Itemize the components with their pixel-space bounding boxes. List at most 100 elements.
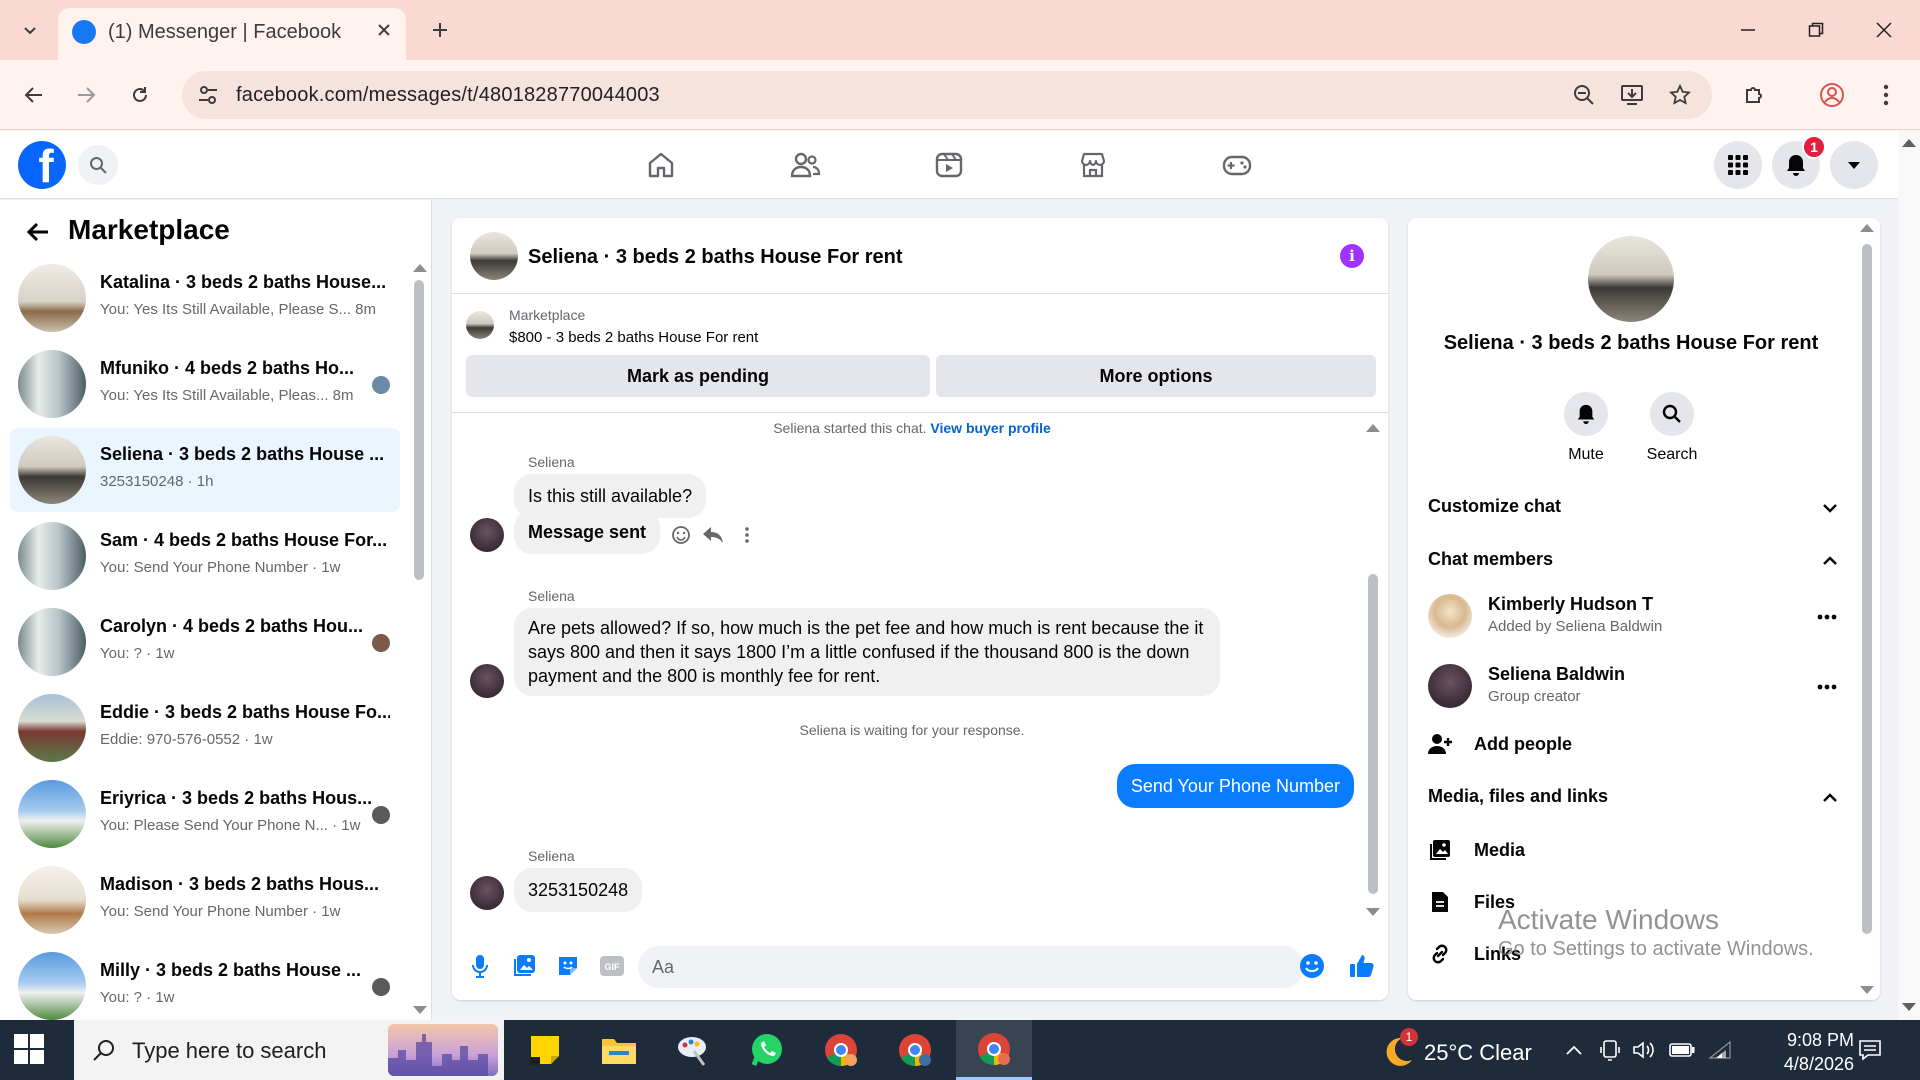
search-in-conversation-button[interactable]: Search bbox=[1632, 392, 1712, 464]
taskbar-app-file-explorer[interactable] bbox=[582, 1020, 656, 1080]
forward-button[interactable] bbox=[66, 75, 106, 115]
volume-button[interactable] bbox=[1630, 1036, 1658, 1064]
member-item[interactable]: Kimberly Hudson T Added by Seliena Baldw… bbox=[1428, 588, 1848, 644]
add-people-button[interactable]: Add people bbox=[1428, 724, 1848, 764]
member-item[interactable]: Seliena Baldwin Group creator bbox=[1428, 658, 1848, 714]
zoom-button[interactable] bbox=[1568, 79, 1600, 111]
start-button[interactable] bbox=[14, 1034, 44, 1064]
nav-marketplace[interactable] bbox=[1038, 135, 1148, 195]
scroll-up-icon[interactable] bbox=[1366, 424, 1380, 432]
scroll-up-icon[interactable] bbox=[413, 264, 427, 272]
address-bar[interactable]: facebook.com/messages/t/4801828770044003 bbox=[182, 71, 1712, 119]
message-more-button[interactable] bbox=[734, 522, 760, 548]
mute-button[interactable]: Mute bbox=[1546, 392, 1626, 464]
url-text[interactable]: facebook.com/messages/t/4801828770044003 bbox=[236, 84, 660, 107]
minimize-window-button[interactable] bbox=[1726, 8, 1770, 52]
links-button[interactable]: Links bbox=[1428, 934, 1848, 974]
media-files-links-section[interactable]: Media, files and links bbox=[1428, 786, 1848, 807]
new-tab-button[interactable] bbox=[422, 12, 458, 48]
conversation-item[interactable]: Carolyn · 4 beds 2 baths Hou... You: ? ·… bbox=[10, 600, 400, 684]
menu-button[interactable] bbox=[1714, 141, 1762, 189]
emoji-button[interactable] bbox=[1298, 952, 1326, 980]
install-app-button[interactable] bbox=[1616, 79, 1648, 111]
customize-chat-section[interactable]: Customize chat bbox=[1428, 496, 1848, 517]
action-center-button[interactable] bbox=[1856, 1036, 1884, 1064]
sticker-button[interactable] bbox=[554, 952, 582, 980]
restore-window-button[interactable] bbox=[1794, 8, 1838, 52]
scroll-up-icon[interactable] bbox=[1860, 224, 1874, 232]
tab-close-button[interactable] bbox=[370, 16, 398, 44]
message-bubble-incoming[interactable]: 3253150248 bbox=[514, 868, 643, 912]
conversation-item[interactable]: Madison · 3 beds 2 baths Hous... You: Se… bbox=[10, 858, 400, 942]
taskbar-app-whatsapp[interactable] bbox=[730, 1020, 804, 1080]
member-options-button[interactable] bbox=[1812, 602, 1842, 632]
chevron-up-icon[interactable] bbox=[1818, 786, 1842, 810]
media-button[interactable]: Media bbox=[1428, 830, 1848, 870]
message-bubble-incoming[interactable]: Are pets allowed? If so, how much is the… bbox=[514, 608, 1220, 696]
reload-button[interactable] bbox=[120, 75, 160, 115]
gif-button[interactable]: GIF bbox=[598, 952, 626, 980]
weather-widget[interactable]: 1 25°C Clear bbox=[1376, 1028, 1536, 1070]
listing-title[interactable]: $800 - 3 beds 2 baths House For rent bbox=[509, 329, 758, 346]
taskbar-app-chrome-profile-2[interactable] bbox=[878, 1020, 952, 1080]
taskbar-app-sticky-notes[interactable] bbox=[508, 1020, 582, 1080]
conversation-item[interactable]: Katalina · 3 beds 2 baths House... You: … bbox=[10, 256, 400, 340]
attach-photo-button[interactable] bbox=[510, 952, 538, 980]
facebook-search-button[interactable] bbox=[78, 145, 118, 185]
more-options-button[interactable]: More options bbox=[936, 355, 1376, 397]
browser-tab-messenger[interactable]: (1) Messenger | Facebook bbox=[58, 8, 406, 60]
account-button[interactable] bbox=[1830, 141, 1878, 189]
react-button[interactable] bbox=[668, 522, 694, 548]
sender-avatar[interactable] bbox=[470, 876, 504, 910]
system-clock[interactable]: 9:08 PM 4/8/2026 bbox=[1724, 1028, 1854, 1076]
conversation-item[interactable]: Eddie · 3 beds 2 baths House Fo... Eddie… bbox=[10, 686, 400, 770]
close-window-button[interactable] bbox=[1862, 8, 1906, 52]
bookmark-button[interactable] bbox=[1664, 79, 1696, 111]
battery-button[interactable] bbox=[1668, 1036, 1696, 1064]
chat-members-section[interactable]: Chat members bbox=[1428, 549, 1848, 570]
sender-avatar[interactable] bbox=[470, 664, 504, 698]
back-button[interactable] bbox=[14, 75, 54, 115]
view-buyer-profile-link[interactable]: View buyer profile bbox=[930, 420, 1050, 436]
nav-watch[interactable] bbox=[894, 135, 1004, 195]
files-button[interactable]: Files bbox=[1428, 882, 1848, 922]
back-button[interactable] bbox=[22, 216, 54, 248]
meet-now-button[interactable] bbox=[1596, 1036, 1624, 1064]
profile-button[interactable] bbox=[1812, 75, 1852, 115]
nav-friends[interactable] bbox=[750, 135, 860, 195]
conversation-info-button[interactable]: i bbox=[1340, 244, 1364, 268]
show-hidden-icons-button[interactable] bbox=[1560, 1036, 1588, 1064]
message-thread-scrollbar[interactable] bbox=[1368, 574, 1378, 894]
chat-title[interactable]: Seliena · 3 beds 2 baths House For rent bbox=[528, 246, 903, 269]
scroll-down-icon[interactable] bbox=[1366, 908, 1380, 916]
taskbar-app-paint[interactable] bbox=[656, 1020, 730, 1080]
details-panel-scrollbar[interactable] bbox=[1862, 244, 1872, 934]
reply-button[interactable] bbox=[700, 522, 726, 548]
member-options-button[interactable] bbox=[1812, 672, 1842, 702]
chevron-up-icon[interactable] bbox=[1818, 549, 1842, 573]
taskbar-app-chrome-profile-1[interactable] bbox=[804, 1020, 878, 1080]
conversation-item-active[interactable]: Seliena · 3 beds 2 baths House ... 32531… bbox=[10, 428, 400, 512]
chevron-down-icon[interactable] bbox=[1818, 496, 1842, 520]
scroll-down-icon[interactable] bbox=[413, 1006, 427, 1014]
conversation-item[interactable]: Sam · 4 beds 2 baths House For... You: S… bbox=[10, 514, 400, 598]
site-info-button[interactable] bbox=[192, 79, 224, 111]
taskbar-search-box[interactable]: Type here to search bbox=[74, 1020, 504, 1080]
like-button[interactable] bbox=[1348, 952, 1376, 980]
voice-clip-button[interactable] bbox=[466, 952, 494, 980]
tab-search-button[interactable] bbox=[12, 12, 48, 48]
page-scrollbar-track[interactable] bbox=[1898, 131, 1920, 1020]
mark-as-pending-button[interactable]: Mark as pending bbox=[466, 355, 930, 397]
facebook-logo[interactable]: f bbox=[18, 141, 66, 189]
scroll-down-icon[interactable] bbox=[1860, 986, 1874, 994]
browser-menu-button[interactable] bbox=[1866, 75, 1906, 115]
conversation-item[interactable]: Eriyrica · 3 beds 2 baths Hous... You: P… bbox=[10, 772, 400, 856]
extensions-button[interactable] bbox=[1734, 75, 1774, 115]
message-input[interactable] bbox=[638, 946, 1304, 988]
conversation-item[interactable]: Milly · 3 beds 2 baths House ... You: ? … bbox=[10, 944, 400, 1022]
sender-avatar[interactable] bbox=[470, 518, 504, 552]
nav-gaming[interactable] bbox=[1182, 135, 1292, 195]
taskbar-app-chrome-active[interactable] bbox=[956, 1020, 1032, 1080]
nav-home[interactable] bbox=[606, 135, 716, 195]
message-bubble-outgoing[interactable]: Send Your Phone Number bbox=[1116, 764, 1354, 808]
